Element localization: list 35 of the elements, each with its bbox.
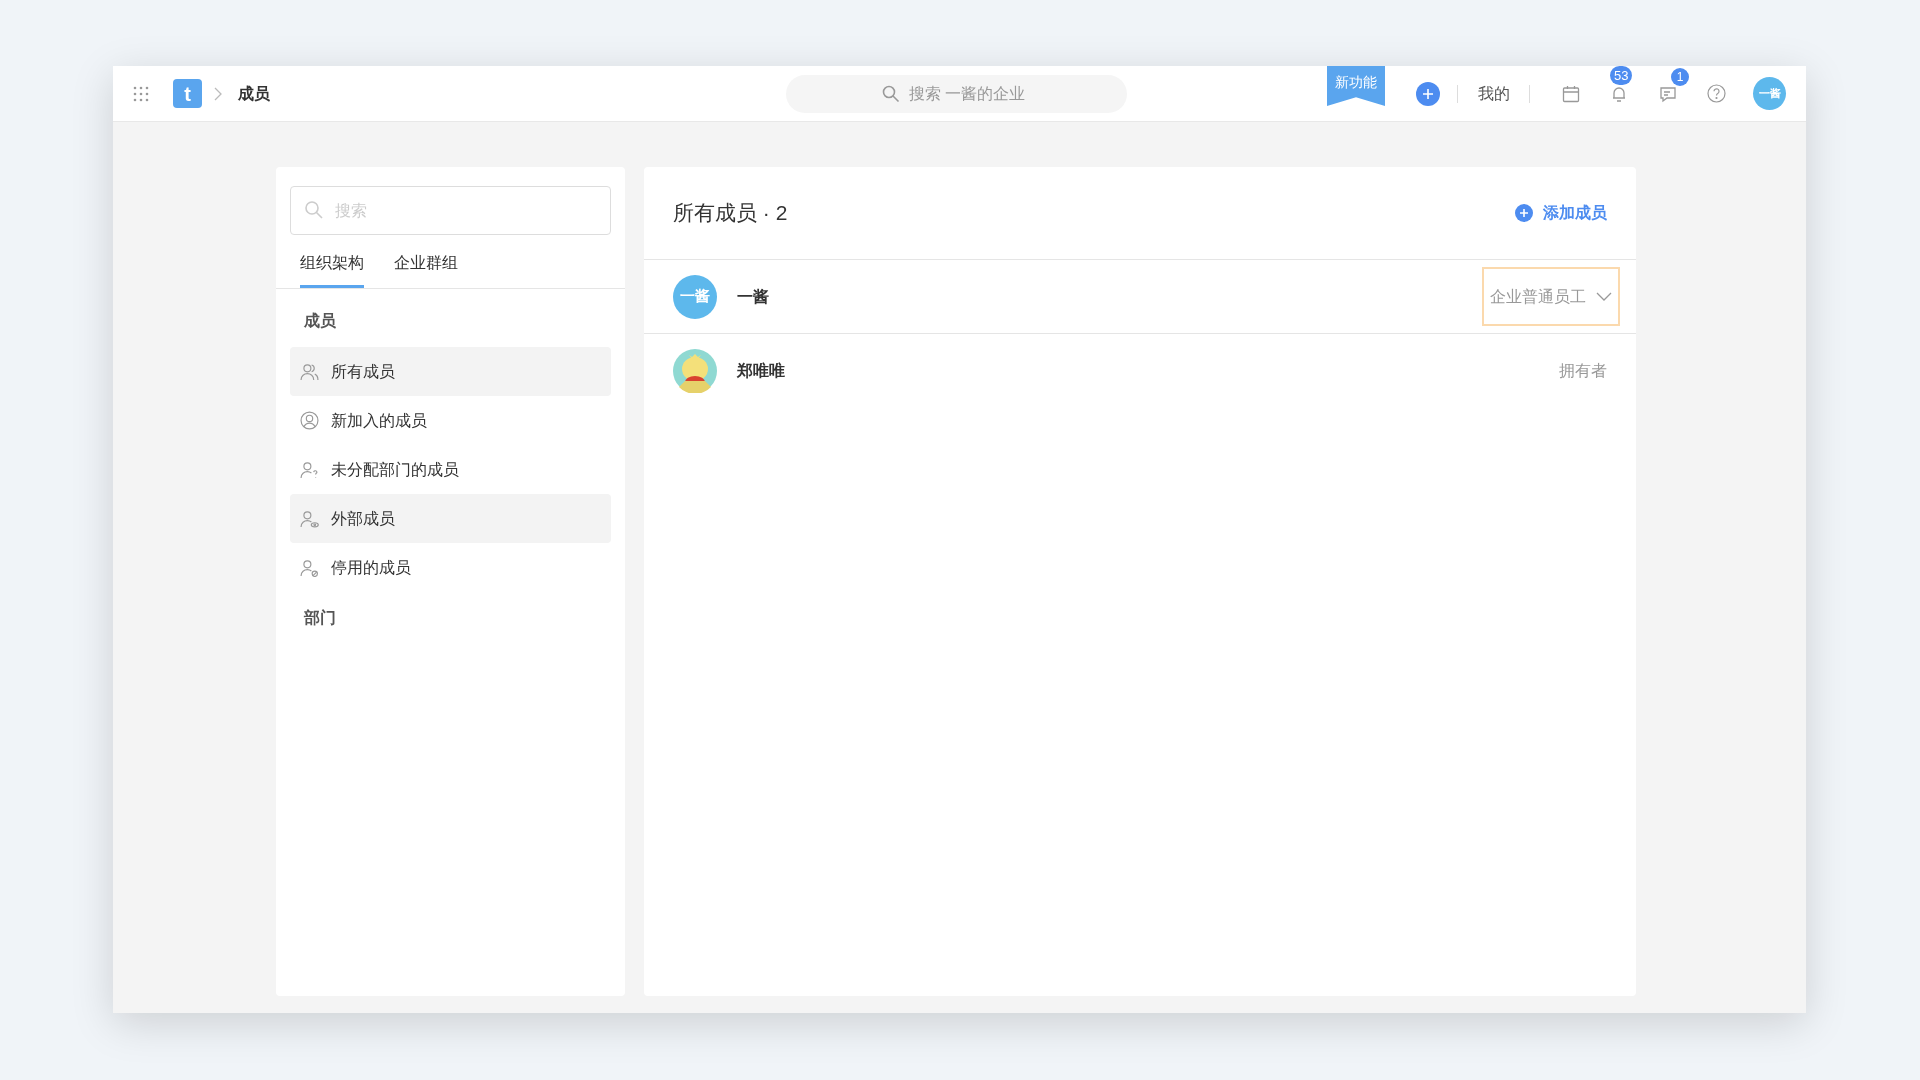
search-icon: [882, 85, 900, 103]
breadcrumb-title: 成员: [238, 83, 270, 104]
help-icon[interactable]: [1707, 84, 1726, 103]
search-field[interactable]: 搜索 一酱的企业: [786, 75, 1127, 113]
count-badge: 53: [1610, 65, 1633, 85]
sidebar-item[interactable]: 外部成员: [290, 494, 611, 543]
member-name: 郑唯唯: [737, 360, 785, 381]
role-label: 拥有者: [1559, 360, 1607, 381]
calendar-icon[interactable]: [1562, 84, 1580, 103]
section-heading: 部门: [303, 608, 337, 628]
user-eye-icon: [300, 509, 319, 528]
tab[interactable]: 企业群组: [394, 251, 458, 288]
sidebar-item[interactable]: 未分配部门的成员: [290, 445, 611, 494]
user-circle-icon: [300, 411, 319, 430]
sidebar-item[interactable]: 停用的成员: [290, 543, 611, 592]
user-avatar: 一酱: [673, 274, 717, 319]
user-blocked-icon: [300, 558, 319, 577]
tab[interactable]: 组织架构: [300, 251, 364, 288]
count-badge: 1: [1671, 67, 1689, 86]
add-icon: [1515, 204, 1533, 222]
section-heading: 成员: [303, 311, 337, 331]
apps-grid-icon[interactable]: [133, 85, 149, 102]
user-question-icon: [300, 460, 319, 479]
member-name: 一酱: [737, 286, 769, 307]
sidebar-item[interactable]: 新加入的成员: [290, 396, 611, 445]
sidebar-item[interactable]: 所有成员: [290, 347, 611, 396]
search-icon: [304, 200, 324, 220]
panel-title: 所有成员 · 2: [673, 200, 788, 227]
add-icon[interactable]: [1416, 81, 1440, 106]
chevron-right-icon: [214, 86, 222, 101]
bell-icon[interactable]: [1610, 84, 1628, 103]
message-icon[interactable]: [1659, 84, 1677, 103]
people-icon: [300, 362, 319, 381]
my-menu[interactable]: 我的: [1478, 81, 1510, 106]
chevron-down-icon: [1596, 292, 1612, 301]
